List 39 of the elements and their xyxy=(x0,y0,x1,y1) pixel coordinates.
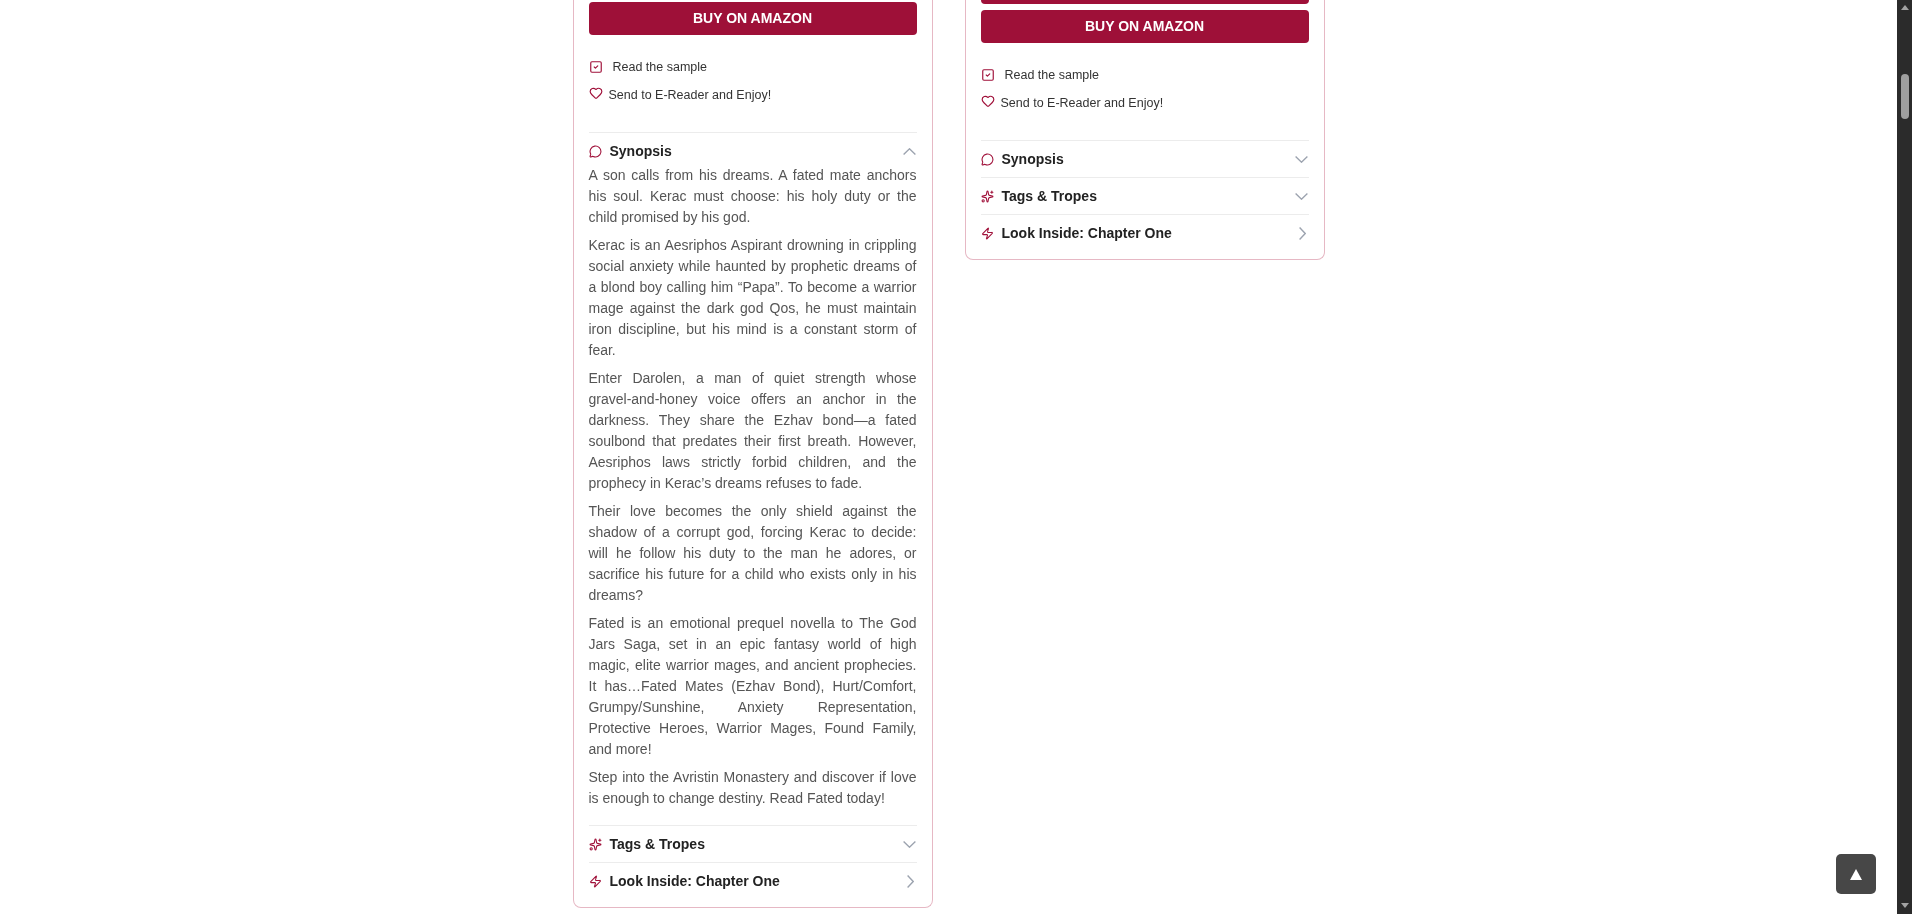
scroll-up-arrow-icon[interactable] xyxy=(1900,5,1909,10)
buy-button[interactable]: BUY ON AMAZON xyxy=(980,10,1309,43)
e-reader-link[interactable]: Send to E-Reader and Enjoy! xyxy=(588,85,917,105)
speech-bubble-icon xyxy=(588,144,602,158)
section-header[interactable]: Synopsis xyxy=(980,141,1309,177)
section-header[interactable]: Synopsis xyxy=(588,133,917,169)
back-to-top-button[interactable] xyxy=(1836,854,1876,894)
section-header[interactable]: Tags & Tropes xyxy=(588,826,917,862)
checkbox-check-icon xyxy=(588,60,603,74)
checkbox-check-icon xyxy=(980,68,995,82)
sparkles-icon xyxy=(980,189,994,203)
chevron-down-icon xyxy=(902,840,916,848)
scroll-down-arrow-icon[interactable] xyxy=(1900,903,1909,908)
heart-icon xyxy=(980,93,995,108)
e-reader-link[interactable]: Send to E-Reader and Enjoy! xyxy=(980,93,1309,113)
synopsis-paragraph: A son calls from his dreams. A fated mate anchors his soul. Kerac must choose: his holy duty or the child promised by his god. xyxy=(588,166,917,227)
synopsis-paragraph: Fated is an emotional prequel novella to The God Jars Saga, set in an epic fantasy world of high magic, elite warrior mages, and ancient prophecies. It has…Fated Mates (Ezhav Bond), Hurt/Comfort, Grumpy/Sunshine, Anxiety Representation, Protective Heroes, Warrior Mages, Found Family, and more! xyxy=(588,614,917,759)
speech-bubble-icon xyxy=(980,152,994,166)
section-header[interactable]: Look Inside: Chapter One xyxy=(980,215,1309,251)
read-sample-link[interactable]: Read the sample xyxy=(588,57,917,77)
synopsis-paragraph: Their love becomes the only shield against the shadow of a corrupt god, forcing Kerac to decide: will he follow his duty to the man he adores, or sacrifice his future for a child who exists only in his dreams? xyxy=(588,502,917,605)
section-header[interactable]: Tags & Tropes xyxy=(980,178,1309,214)
synopsis-paragraph: Enter Darolen, a man of quiet strength whose gravel-and-honey voice offers an anchor in the darkness. They share the Ezhav bond—a fated soulbond that predates their first breath. However, Aesriphos laws strictly forbid children, and the prophecy in Kerac’s dreams refuses to fade. xyxy=(588,369,917,493)
chevron-down-icon xyxy=(1294,192,1308,200)
chevron-down-icon xyxy=(1294,155,1308,163)
section-header[interactable]: Look Inside: Chapter One xyxy=(588,863,917,899)
chevron-right-icon xyxy=(906,874,914,888)
sparkles-icon xyxy=(588,837,602,851)
chevron-right-icon xyxy=(1298,226,1306,240)
synopsis-paragraph: Kerac is an Aesriphos Aspirant drowning in crippling social anxiety while haunted by prophetic dreams of a blond boy calling him “Papa”. To become a warrior mage against the dark god Qos, he must maintain iron discipline, but his mind is a constant storm of fear. xyxy=(588,236,917,360)
arrow-up-icon xyxy=(1850,868,1862,880)
heart-icon xyxy=(588,85,603,100)
lightning-icon xyxy=(980,226,994,240)
synopsis-paragraph: Step into the Avristin Monastery and discover if love is enough to change destiny. Read Fated today! xyxy=(588,768,917,808)
read-sample-link[interactable]: Read the sample xyxy=(980,65,1309,85)
lightning-icon xyxy=(588,874,602,888)
scrollbar-thumb[interactable] xyxy=(1900,74,1909,119)
buy-button[interactable]: BUY ON AMAZON xyxy=(588,2,917,35)
chevron-up-icon xyxy=(902,147,916,155)
